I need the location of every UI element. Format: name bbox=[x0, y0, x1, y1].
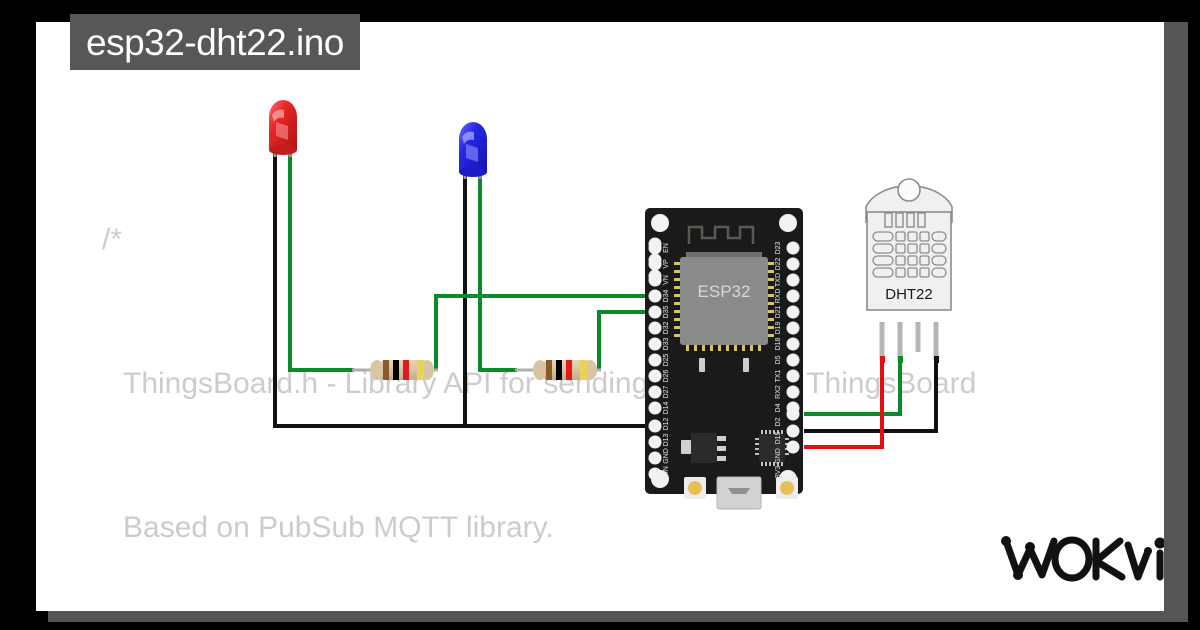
component-resistor-2[interactable] bbox=[515, 360, 601, 380]
svg-text:D4: D4 bbox=[775, 403, 782, 412]
board-pin-labels-right: D23 D22 TXD RXD D21 D19 D18 D5 TX1 RX2 D… bbox=[775, 241, 782, 478]
svg-text:D22: D22 bbox=[775, 257, 782, 270]
svg-text:RX2: RX2 bbox=[775, 385, 782, 399]
svg-text:GND: GND bbox=[663, 448, 670, 464]
svg-text:D5: D5 bbox=[775, 355, 782, 364]
svg-text:D32: D32 bbox=[663, 321, 670, 334]
wire-dht-data-to-d15 bbox=[804, 352, 902, 416]
svg-text:D25: D25 bbox=[663, 353, 670, 366]
svg-text:D23: D23 bbox=[775, 241, 782, 254]
svg-text:VIN: VIN bbox=[663, 466, 670, 478]
component-led-blue[interactable] bbox=[459, 122, 487, 179]
svg-text:D15: D15 bbox=[775, 431, 782, 444]
file-title-badge: esp32-dht22.ino bbox=[70, 14, 360, 70]
wire-gnd-red-led bbox=[273, 146, 647, 428]
board-usb-port bbox=[716, 476, 762, 510]
svg-text:3V3: 3V3 bbox=[775, 466, 782, 479]
diagram-panel: /* ThingsBoard.h - Library API for sendi… bbox=[36, 22, 1164, 611]
board-button-en[interactable] bbox=[776, 477, 798, 499]
wokwi-logo bbox=[998, 527, 1164, 594]
wire-group bbox=[273, 146, 938, 449]
component-resistor-1[interactable] bbox=[352, 360, 438, 380]
svg-text:D33: D33 bbox=[663, 337, 670, 350]
svg-text:D21: D21 bbox=[775, 305, 782, 318]
svg-text:D35: D35 bbox=[663, 305, 670, 318]
svg-text:D26: D26 bbox=[663, 369, 670, 382]
svg-text:D19: D19 bbox=[775, 321, 782, 334]
svg-text:TXD: TXD bbox=[775, 273, 782, 287]
svg-text:D12: D12 bbox=[663, 417, 670, 430]
component-esp32-board[interactable]: ESP32 EN VP VN D34 D35 D32 D33 D25 D26 D… bbox=[645, 208, 803, 510]
wire-signal-red-to-d35 bbox=[434, 294, 653, 370]
svg-text:D14: D14 bbox=[663, 401, 670, 414]
panel-shadow-right bbox=[1164, 22, 1188, 622]
svg-text:D2: D2 bbox=[775, 417, 782, 426]
wire-signal-blue-to-d32 bbox=[597, 310, 653, 370]
svg-text:D34: D34 bbox=[663, 289, 670, 302]
circuit-diagram: ESP32 EN VP VN D34 D35 D32 D33 D25 D26 D… bbox=[269, 100, 953, 510]
svg-text:D27: D27 bbox=[663, 385, 670, 398]
file-title: esp32-dht22.ino bbox=[86, 21, 344, 63]
wire-signal-blue-anode bbox=[478, 172, 517, 372]
component-dht22[interactable]: DHT22 bbox=[865, 178, 953, 363]
screenshot-stage: /* ThingsBoard.h - Library API for sendi… bbox=[0, 0, 1200, 630]
svg-text:RXD: RXD bbox=[775, 289, 782, 304]
svg-text:TX1: TX1 bbox=[775, 369, 782, 382]
svg-text:VN: VN bbox=[663, 275, 670, 285]
svg-text:GND: GND bbox=[775, 448, 782, 464]
wire-dht-gnd bbox=[804, 352, 938, 433]
wire-signal-red-anode bbox=[288, 150, 354, 372]
svg-text:D13: D13 bbox=[663, 433, 670, 446]
svg-text:VP: VP bbox=[663, 259, 670, 269]
svg-text:D18: D18 bbox=[775, 337, 782, 350]
board-button-boot[interactable] bbox=[684, 477, 706, 499]
svg-text:ESP32: ESP32 bbox=[698, 282, 751, 301]
dht22-label: DHT22 bbox=[885, 286, 933, 303]
board-pin-labels-left: EN VP VN D34 D35 D32 D33 D25 D26 D27 D14… bbox=[663, 243, 670, 478]
svg-text:EN: EN bbox=[663, 243, 670, 253]
component-led-red[interactable] bbox=[269, 100, 297, 157]
